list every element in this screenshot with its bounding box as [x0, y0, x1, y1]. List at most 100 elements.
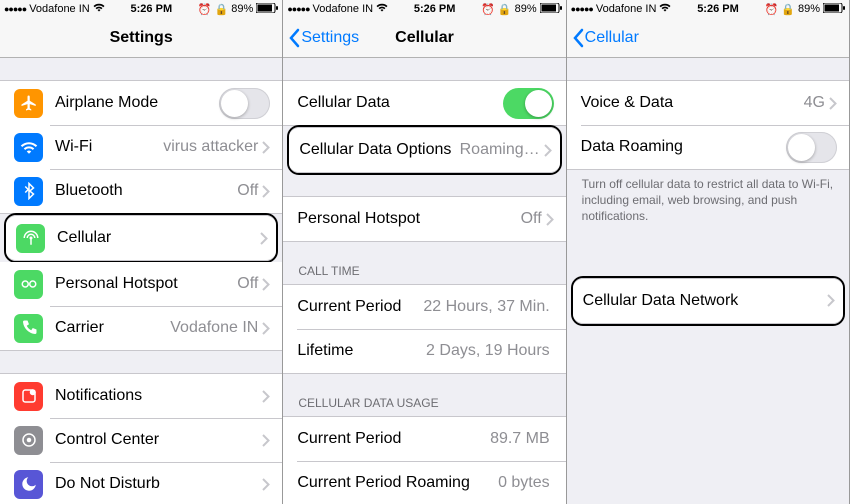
battery-label: 89%	[798, 3, 820, 15]
page-title: Settings	[0, 29, 282, 47]
alarm-icon: ⏰	[481, 3, 495, 16]
carrier-label: Vodafone IN	[596, 3, 657, 15]
nav-bar: Cellular	[567, 18, 849, 58]
row-value: 22 Hours, 37 Min.	[423, 298, 549, 316]
row-value: Vodafone IN	[170, 319, 258, 337]
row-label: Do Not Disturb	[55, 475, 262, 493]
alarm-icon: ⏰	[198, 3, 212, 16]
control-center-icon	[14, 426, 43, 455]
row-label: Control Center	[55, 431, 262, 449]
clock-label: 5:26 PM	[671, 3, 764, 15]
battery-icon	[256, 3, 278, 16]
back-label: Cellular	[585, 29, 639, 47]
back-button[interactable]: Settings	[283, 28, 359, 48]
row-cell-data-options[interactable]: Cellular Data Options Roaming…	[289, 128, 559, 172]
highlight-cell-network: Cellular Data Network	[571, 276, 845, 326]
row-value: 4G	[804, 94, 825, 112]
chevron-right-icon	[262, 390, 270, 403]
panel-cell-options: ●●●●● Vodafone IN 5:26 PM ⏰ 🔒 89% Cellul…	[567, 0, 850, 504]
battery-icon	[540, 3, 562, 16]
airplane-switch[interactable]	[219, 88, 270, 119]
cellular-icon	[16, 224, 45, 253]
row-cellular[interactable]: Cellular	[6, 216, 276, 260]
cellular-data-switch[interactable]	[503, 88, 554, 119]
row-label: Notifications	[55, 387, 262, 405]
back-label: Settings	[301, 29, 359, 47]
row-control-center[interactable]: Control Center	[0, 418, 282, 462]
row-label: Bluetooth	[55, 182, 237, 200]
wifi-icon	[659, 3, 671, 15]
signal-dots-icon: ●●●●●	[287, 4, 309, 14]
nav-bar: Settings Cellular	[283, 18, 565, 58]
clock-label: 5:26 PM	[105, 3, 198, 15]
chevron-right-icon	[260, 232, 268, 245]
row-value: 2 Days, 19 Hours	[426, 342, 550, 360]
row-dnd[interactable]: Do Not Disturb	[0, 462, 282, 504]
phone-icon	[14, 314, 43, 343]
row-label: Current Period	[297, 298, 423, 316]
chevron-right-icon	[262, 322, 270, 335]
battery-label: 89%	[515, 3, 537, 15]
row-value: 89.7 MB	[490, 430, 550, 448]
row-data-roaming[interactable]: Data Roaming	[567, 125, 849, 169]
chevron-right-icon	[262, 434, 270, 447]
row-notifications[interactable]: Notifications	[0, 374, 282, 418]
status-bar: ●●●●● Vodafone IN 5:26 PM ⏰ 🔒 89%	[283, 0, 565, 18]
panel-settings: ●●●●● Vodafone IN 5:26 PM ⏰ 🔒 89% Settin…	[0, 0, 283, 504]
row-label: Personal Hotspot	[297, 210, 520, 228]
row-wifi[interactable]: Wi-Fi virus attacker	[0, 125, 282, 169]
notifications-icon	[14, 382, 43, 411]
row-value: Off	[521, 210, 542, 228]
data-roaming-switch[interactable]	[786, 132, 837, 163]
chevron-right-icon	[262, 478, 270, 491]
row-bluetooth[interactable]: Bluetooth Off	[0, 169, 282, 213]
highlight-cellular: Cellular	[4, 213, 278, 263]
row-value: Off	[237, 182, 258, 200]
wifi-icon	[93, 3, 105, 15]
nav-bar: Settings	[0, 18, 282, 58]
row-lifetime-call: Lifetime 2 Days, 19 Hours	[283, 329, 565, 373]
row-cellular-data[interactable]: Cellular Data	[283, 81, 565, 125]
status-bar: ●●●●● Vodafone IN 5:26 PM ⏰ 🔒 89%	[0, 0, 282, 18]
rotation-lock-icon: 🔒	[215, 3, 229, 16]
chevron-right-icon	[262, 278, 270, 291]
rotation-lock-icon: 🔒	[498, 3, 512, 16]
battery-icon	[823, 3, 845, 16]
row-label: Wi-Fi	[55, 138, 163, 156]
row-value: Roaming…	[460, 141, 540, 159]
row-label: Data Roaming	[581, 138, 786, 156]
row-current-period-roaming: Current Period Roaming 0 bytes	[283, 461, 565, 504]
alarm-icon: ⏰	[765, 3, 779, 16]
row-carrier[interactable]: Carrier Vodafone IN	[0, 306, 282, 350]
row-hotspot[interactable]: Personal Hotspot Off	[0, 262, 282, 306]
row-label: Carrier	[55, 319, 170, 337]
row-voice-data[interactable]: Voice & Data 4G	[567, 81, 849, 125]
carrier-label: Vodafone IN	[313, 3, 374, 15]
panel-cellular: ●●●●● Vodafone IN 5:26 PM ⏰ 🔒 89% Settin…	[283, 0, 566, 504]
group-header-usage: CELLULAR DATA USAGE	[283, 396, 565, 416]
row-label: Airplane Mode	[55, 94, 219, 112]
clock-label: 5:26 PM	[388, 3, 481, 15]
bluetooth-icon	[14, 177, 43, 206]
highlight-cell-options: Cellular Data Options Roaming…	[287, 125, 561, 175]
row-label: Current Period Roaming	[297, 474, 498, 492]
signal-dots-icon: ●●●●●	[4, 4, 26, 14]
rotation-lock-icon: 🔒	[781, 3, 795, 16]
row-label: Cellular Data Options	[299, 141, 459, 159]
row-current-period-call: Current Period 22 Hours, 37 Min.	[283, 285, 565, 329]
row-personal-hotspot[interactable]: Personal Hotspot Off	[283, 197, 565, 241]
row-label: Cellular	[57, 229, 260, 247]
row-current-period-data: Current Period 89.7 MB	[283, 417, 565, 461]
wifi-icon	[14, 133, 43, 162]
moon-icon	[14, 470, 43, 499]
battery-label: 89%	[231, 3, 253, 15]
row-value: virus attacker	[163, 138, 258, 156]
row-cell-data-network[interactable]: Cellular Data Network	[573, 279, 843, 323]
row-airplane-mode[interactable]: Airplane Mode	[0, 81, 282, 125]
row-label: Current Period	[297, 430, 490, 448]
wifi-icon	[376, 3, 388, 15]
row-value: 0 bytes	[498, 474, 550, 492]
group-footer: Turn off cellular data to restrict all d…	[567, 170, 849, 225]
back-button[interactable]: Cellular	[567, 28, 639, 48]
group-header-calltime: CALL TIME	[283, 264, 565, 284]
